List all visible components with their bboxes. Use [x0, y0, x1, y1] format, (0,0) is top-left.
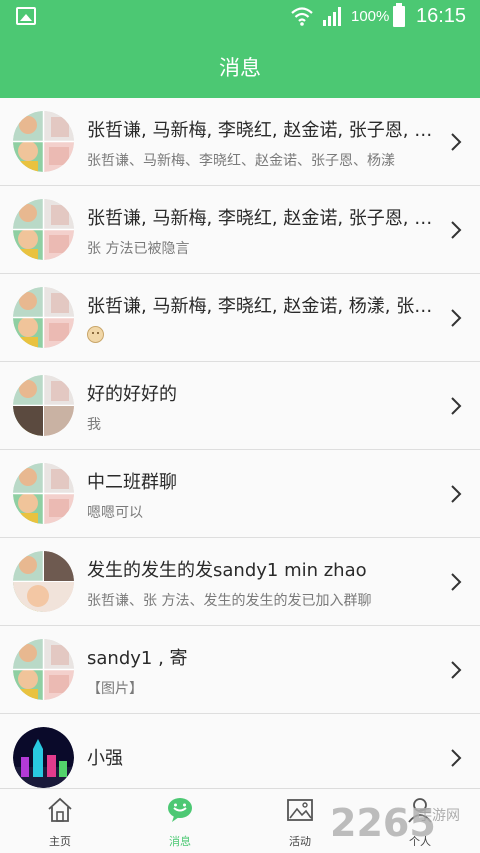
group-avatar [13, 463, 74, 524]
tab-home[interactable]: 主页 [0, 789, 120, 853]
conversation-name: 中二班群聊 [87, 472, 177, 493]
conversation-name: 张哲谦, 马新梅, 李晓红, 赵金诺, 张子恩, 杨漾, [87, 208, 447, 229]
contact-avatar [13, 727, 74, 788]
smiley-emoji-icon [87, 326, 104, 343]
tab-messages[interactable]: 消息 [120, 789, 240, 853]
conversation-item[interactable]: 发生的发生的发sandy1 min zhao 张哲谦、张 方法、发生的发生的发已… [0, 538, 480, 626]
conversation-preview: 嗯嗯可以 [87, 505, 143, 521]
group-avatar [13, 199, 74, 260]
conversation-item[interactable]: 张哲谦, 马新梅, 李晓红, 赵金诺, 杨漾, 张子恩 [0, 274, 480, 362]
chevron-right-icon [451, 133, 462, 151]
page-title: 消息 [219, 56, 261, 80]
wifi-icon [291, 7, 313, 26]
group-avatar [13, 551, 74, 612]
conversation-name: 小强 [87, 748, 123, 769]
conversation-preview: 张哲谦、马新梅、李晓红、赵金诺、张子恩、杨漾 [87, 153, 395, 169]
conversation-item[interactable]: 好的好好的 我 [0, 362, 480, 450]
group-avatar [13, 639, 74, 700]
cell-signal-icon [323, 7, 341, 26]
conversation-preview: 【图片】 [87, 681, 143, 697]
battery-icon [393, 3, 405, 27]
conversation-list[interactable]: 张哲谦, 马新梅, 李晓红, 赵金诺, 张子恩, 杨漾, 张哲谦、马新梅、李晓红… [0, 98, 480, 790]
chevron-right-icon [451, 485, 462, 503]
conversation-preview: 张哲谦、张 方法、发生的发生的发已加入群聊 [87, 593, 372, 609]
conversation-name: 张哲谦, 马新梅, 李晓红, 赵金诺, 杨漾, 张子恩 [87, 296, 447, 317]
conversation-item[interactable]: sandy1 , 寄 【图片】 [0, 626, 480, 714]
group-avatar [13, 287, 74, 348]
watermark: 2265 手游网 [330, 801, 460, 845]
gallery-icon [16, 7, 36, 25]
picture-icon [287, 799, 313, 821]
conversation-item[interactable]: 小强 [0, 714, 480, 790]
conversation-preview [87, 326, 447, 347]
chevron-right-icon [451, 661, 462, 679]
conversation-preview: 我 [87, 417, 101, 433]
battery-percent: 100% [351, 8, 390, 25]
group-avatar [13, 375, 74, 436]
chevron-right-icon [451, 749, 462, 767]
tab-label: 消息 [169, 835, 191, 848]
clock: 16:15 [416, 5, 467, 27]
chevron-right-icon [451, 221, 462, 239]
conversation-name: 发生的发生的发sandy1 min zhao [87, 560, 367, 581]
watermark-site: 手游网 [418, 808, 460, 824]
conversation-name: 张哲谦, 马新梅, 李晓红, 赵金诺, 张子恩, 杨漾, [87, 120, 447, 141]
chevron-right-icon [451, 309, 462, 327]
title-bar: 消息 [0, 34, 480, 98]
conversation-item[interactable]: 张哲谦, 马新梅, 李晓红, 赵金诺, 张子恩, 杨漾, 张 方法已被隐言 [0, 186, 480, 274]
conversation-item[interactable]: 张哲谦, 马新梅, 李晓红, 赵金诺, 张子恩, 杨漾, 张哲谦、马新梅、李晓红… [0, 98, 480, 186]
conversation-name: sandy1 , 寄 [87, 648, 188, 669]
home-icon [48, 797, 72, 822]
status-bar: 100% 16:15 [0, 0, 480, 34]
conversation-name: 好的好好的 [87, 384, 177, 405]
chat-bubble-icon [168, 798, 192, 822]
conversation-preview: 张 方法已被隐言 [87, 241, 190, 257]
group-avatar [13, 111, 74, 172]
conversation-item[interactable]: 中二班群聊 嗯嗯可以 [0, 450, 480, 538]
chevron-right-icon [451, 397, 462, 415]
tab-label: 主页 [49, 835, 71, 848]
chevron-right-icon [451, 573, 462, 591]
